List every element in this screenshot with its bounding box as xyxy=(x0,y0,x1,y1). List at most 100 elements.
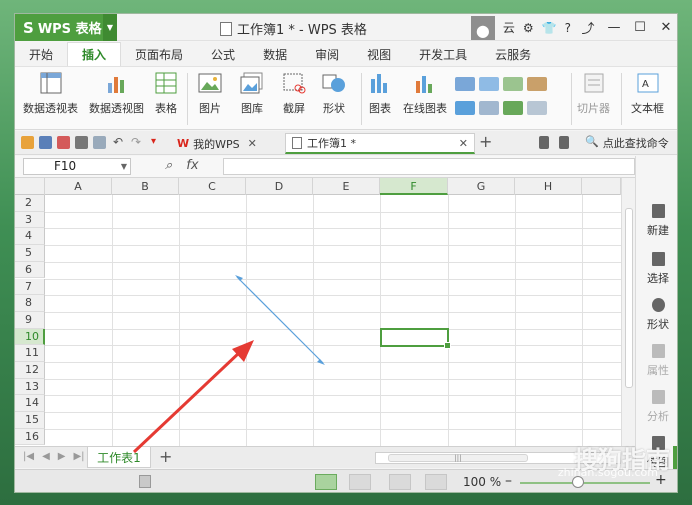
avatar[interactable]: ● xyxy=(470,15,495,40)
textbox-label: 文本框 xyxy=(631,102,664,115)
picture-button[interactable]: 图片 xyxy=(197,71,223,116)
textbox-button[interactable]: A 文本框 xyxy=(631,71,664,116)
customize-toolbar-icon[interactable]: ▾ xyxy=(151,136,164,149)
tab-home[interactable]: 开始 xyxy=(15,42,67,66)
tab-data[interactable]: 数据 xyxy=(249,42,301,66)
print-icon[interactable] xyxy=(75,136,88,149)
tab-developer[interactable]: 开发工具 xyxy=(405,42,481,66)
document-icon xyxy=(220,21,232,36)
screenshot-button[interactable]: 截屏 xyxy=(281,71,307,116)
pie-chart-icon[interactable] xyxy=(503,101,523,115)
first-sheet-icon[interactable]: |◀ xyxy=(23,451,34,462)
tab-cloud[interactable]: 云服务 xyxy=(481,42,545,66)
new-doc-icon xyxy=(651,204,665,218)
sheet-tab-bar: |◀ ◀ ▶ ▶| 工作表1 + ||| xyxy=(15,446,635,468)
horizontal-scroll-thumb[interactable]: ||| xyxy=(388,454,528,462)
command-search[interactable]: 🔍 点此查找命令 xyxy=(585,135,669,151)
bar-chart-icon[interactable] xyxy=(479,77,499,91)
zoom-level[interactable]: 100 % xyxy=(463,475,501,489)
redo-icon[interactable]: ↷ xyxy=(131,136,144,149)
save-icon[interactable] xyxy=(39,136,52,149)
pivot-table-button[interactable]: 数据透视表 xyxy=(23,71,78,116)
macro-record-icon[interactable] xyxy=(139,475,151,488)
drawn-shapes-layer xyxy=(235,275,325,365)
pivot-chart-button[interactable]: 数据透视图 xyxy=(89,71,144,116)
table-button[interactable]: 表格 xyxy=(153,71,179,116)
flag-icon[interactable] xyxy=(559,136,569,149)
shape-label: 形状 xyxy=(323,102,345,115)
ribbon-insert-panel: 数据透视表 数据透视图 表格 图片 图库 截屏 形状 图表 在线图表 切片器 A… xyxy=(15,66,677,130)
tab-review[interactable]: 审阅 xyxy=(301,42,353,66)
command-search-label: 点此查找命令 xyxy=(602,137,669,150)
tab-insert[interactable]: 插入 xyxy=(67,42,122,66)
page-layout-view-button[interactable] xyxy=(389,474,411,490)
open-folder-icon[interactable] xyxy=(21,136,34,149)
slicer-button[interactable]: 切片器 xyxy=(577,71,610,116)
stock-chart-icon[interactable] xyxy=(479,101,499,115)
restore-icon[interactable]: ⤴ xyxy=(575,18,601,37)
side-task-panel: 新建 选择 形状 属性 分析 传图 xyxy=(635,156,677,486)
chart-button[interactable]: 图表 xyxy=(367,71,393,116)
formula-input[interactable] xyxy=(223,158,635,175)
prev-sheet-icon[interactable]: ◀ xyxy=(42,451,50,462)
add-sheet-button[interactable]: + xyxy=(159,447,172,466)
scatter-chart-icon[interactable] xyxy=(527,101,547,115)
doc-action-icon[interactable] xyxy=(539,136,549,149)
side-shape-button[interactable]: 形状 xyxy=(636,298,677,332)
close-button[interactable]: ✕ xyxy=(653,20,677,35)
reading-mode-button[interactable] xyxy=(425,474,447,490)
help-button[interactable]: ? xyxy=(565,21,571,35)
tab-formulas[interactable]: 公式 xyxy=(197,42,249,66)
export-pdf-icon[interactable] xyxy=(57,136,70,149)
chevron-down-icon[interactable]: ▼ xyxy=(103,14,117,41)
wps-app-menu-button[interactable]: S WPS 表格 ▼ xyxy=(15,14,117,41)
tab-workbook1[interactable]: 工作簿1 * ✕ xyxy=(285,133,475,154)
slicer-label: 切片器 xyxy=(577,102,610,115)
zoom-slider-track[interactable] xyxy=(520,482,650,484)
sheet-tab-1[interactable]: 工作表1 xyxy=(87,447,151,468)
new-tab-button[interactable]: + xyxy=(479,132,492,151)
zoom-formula-icon[interactable]: ⌕ xyxy=(165,158,172,173)
page-break-view-button[interactable] xyxy=(349,474,371,490)
undo-icon[interactable]: ↶ xyxy=(113,136,126,149)
close-tab-icon[interactable]: ✕ xyxy=(248,137,257,150)
minimize-button[interactable]: — xyxy=(601,20,627,35)
maximize-button[interactable]: ☐ xyxy=(627,20,653,35)
column-chart-icon[interactable] xyxy=(455,77,475,91)
shape-button[interactable]: 形状 xyxy=(321,71,347,116)
formula-icons: ⌕ fx xyxy=(165,158,199,173)
shirt-icon[interactable]: 👕 xyxy=(542,21,557,35)
last-sheet-icon[interactable]: ▶| xyxy=(73,451,84,462)
online-chart-button[interactable]: 在线图表 xyxy=(403,71,447,116)
fx-icon[interactable]: fx xyxy=(186,158,198,173)
tab-page-layout[interactable]: 页面布局 xyxy=(121,42,197,66)
normal-view-button[interactable] xyxy=(315,474,337,490)
vertical-scrollbar[interactable] xyxy=(621,178,635,446)
area-chart-icon[interactable] xyxy=(455,101,475,115)
line-chart-icon[interactable] xyxy=(503,77,523,91)
wps-logo-icon: S xyxy=(23,18,34,37)
user-name[interactable]: 云 xyxy=(503,19,515,36)
vertical-scroll-thumb[interactable] xyxy=(625,208,633,388)
side-select-label: 选择 xyxy=(647,272,669,285)
gallery-button[interactable]: 图库 xyxy=(239,71,265,116)
skin-icon[interactable]: ⚙ xyxy=(523,21,534,35)
zoom-out-button[interactable]: – xyxy=(505,473,512,489)
tab-view[interactable]: 视图 xyxy=(353,42,405,66)
chevron-down-icon[interactable]: ▼ xyxy=(121,159,127,174)
next-sheet-icon[interactable]: ▶ xyxy=(58,451,66,462)
spreadsheet-grid[interactable]: A B C D E F G H 2 3 4 5 6 7 8 9 10 11 12… xyxy=(15,178,621,446)
print-preview-icon[interactable] xyxy=(93,136,106,149)
radar-chart-icon[interactable] xyxy=(527,77,547,91)
tab-my-wps[interactable]: W 我的WPS ✕ xyxy=(171,133,263,154)
double-arrow-line-shape[interactable] xyxy=(235,275,325,365)
title-controls: ● 云 ⚙ 👕 ? ⤴ — ☐ ✕ xyxy=(470,14,677,41)
side-new-button[interactable]: 新建 xyxy=(636,204,677,238)
side-analyze-button[interactable]: 分析 xyxy=(636,390,677,424)
side-select-button[interactable]: 选择 xyxy=(636,252,677,286)
online-chart-label: 在线图表 xyxy=(403,102,447,115)
ribbon-divider xyxy=(571,73,572,125)
name-box[interactable]: F10 ▼ xyxy=(23,158,131,175)
side-properties-button[interactable]: 属性 xyxy=(636,344,677,378)
close-tab-icon[interactable]: ✕ xyxy=(459,137,468,150)
